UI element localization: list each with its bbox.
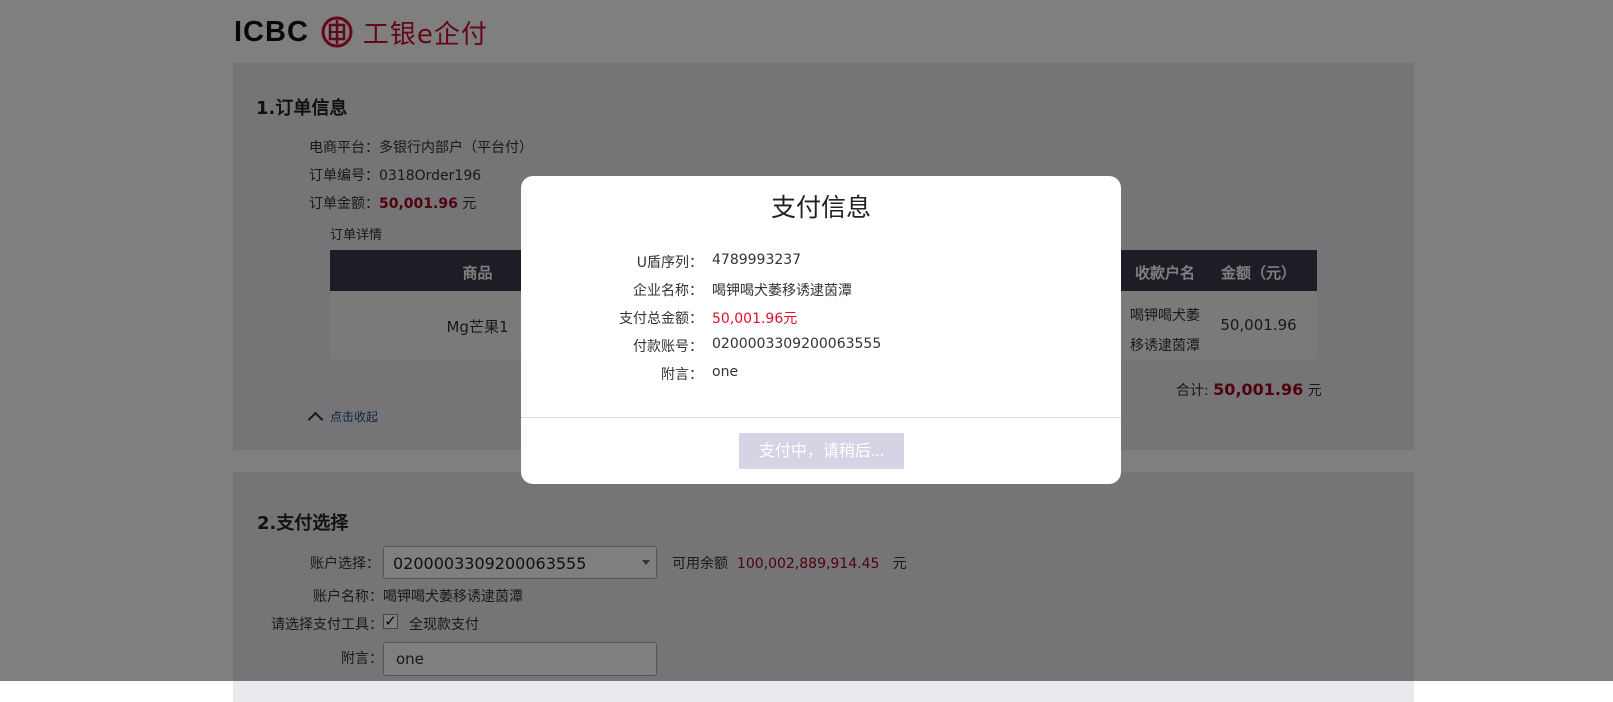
modal-divider bbox=[521, 417, 1121, 418]
modal-row-company: 企业名称： 喝钾喝犬萎移诱逮茵潭 bbox=[521, 280, 1121, 300]
modal-row-account: 付款账号： 0200003309200063555 bbox=[521, 336, 1121, 356]
modal-row-memo: 附言： one bbox=[521, 364, 1121, 384]
modal-value: 4789993237 bbox=[712, 252, 802, 268]
paying-button[interactable]: 支付中，请稍后... bbox=[739, 433, 904, 469]
modal-value: 喝钾喝犬萎移诱逮茵潭 bbox=[712, 283, 852, 299]
modal-title: 支付信息 bbox=[770, 193, 871, 222]
modal-label: 付款账号： bbox=[633, 339, 703, 355]
modal-value: one bbox=[712, 364, 739, 380]
modal-label: 企业名称： bbox=[633, 283, 703, 299]
modal-row-total: 支付总金额： 50,001.96元 bbox=[521, 308, 1121, 328]
modal-value: 50,001.96元 bbox=[712, 311, 798, 327]
modal-label: 附言： bbox=[661, 367, 703, 383]
payment-info-modal: 支付信息 U盾序列： 4789993237 企业名称： 喝钾喝犬萎移诱逮茵潭 支… bbox=[521, 176, 1121, 484]
modal-value: 0200003309200063555 bbox=[712, 336, 882, 352]
modal-label: 支付总金额： bbox=[619, 311, 703, 327]
modal-label: U盾序列： bbox=[636, 255, 703, 271]
modal-row-usb-key: U盾序列： 4789993237 bbox=[521, 252, 1121, 272]
